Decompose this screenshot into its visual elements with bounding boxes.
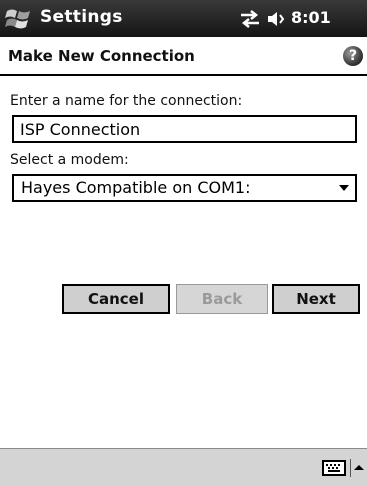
page-title: Make New Connection (8, 47, 195, 65)
connection-name-label: Enter a name for the connection: (10, 93, 243, 109)
page-header: Make New Connection ? (0, 37, 367, 76)
next-button[interactable]: Next (272, 284, 360, 314)
modem-label: Select a modem: (10, 152, 129, 168)
chevron-up-icon[interactable] (350, 459, 365, 477)
cancel-button[interactable]: Cancel (62, 284, 170, 314)
connectivity-arrows-icon[interactable] (239, 9, 261, 29)
title-bar: Settings 8:01 (0, 0, 367, 37)
windows-start-icon[interactable] (4, 5, 34, 32)
speaker-icon[interactable] (266, 9, 288, 29)
help-icon[interactable]: ? (343, 46, 363, 66)
bottom-menu-bar (0, 448, 367, 486)
dropdown-arrow-icon[interactable] (339, 185, 349, 191)
clock[interactable]: 8:01 (291, 8, 331, 27)
keyboard-icon[interactable] (322, 460, 346, 476)
modem-select[interactable]: Hayes Compatible on COM1: (12, 174, 357, 202)
modem-select-value: Hayes Compatible on COM1: (21, 178, 251, 197)
back-button: Back (176, 284, 268, 314)
connection-name-input[interactable]: ISP Connection (12, 115, 357, 143)
app-title: Settings (40, 7, 123, 27)
